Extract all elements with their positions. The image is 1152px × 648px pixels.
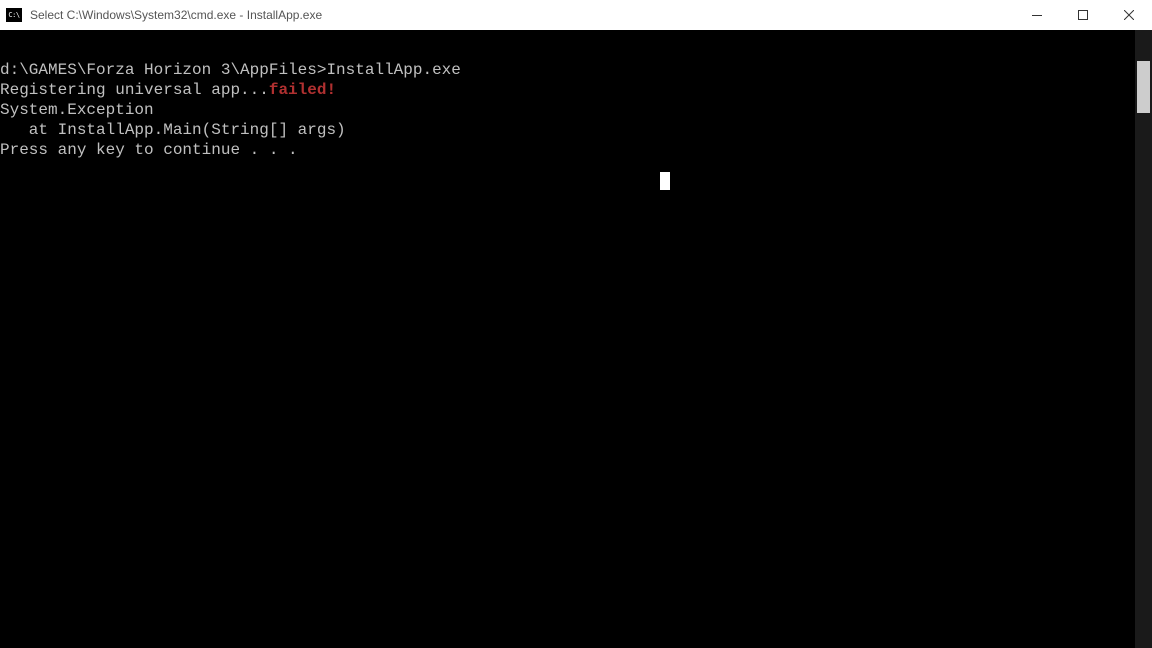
window-titlebar: C:\ Select C:\Windows\System32\cmd.exe -… (0, 0, 1152, 30)
console-text-block: d:\GAMES\Forza Horizon 3\AppFiles>Instal… (0, 60, 1152, 160)
text-cursor (658, 172, 670, 191)
vertical-scrollbar[interactable] (1135, 30, 1152, 648)
stacktrace-text: at InstallApp.Main(String[] args) (0, 120, 1152, 140)
continue-prompt: Press any key to continue . . . (0, 140, 1152, 160)
prompt-text: d:\GAMES\Forza Horizon 3\AppFiles> (0, 61, 326, 79)
console-output[interactable]: d:\GAMES\Forza Horizon 3\AppFiles>Instal… (0, 30, 1152, 648)
command-text: InstallApp.exe (326, 61, 460, 79)
cmd-icon: C:\ (6, 8, 22, 22)
maximize-button[interactable] (1060, 0, 1106, 30)
close-button[interactable] (1106, 0, 1152, 30)
close-icon (1124, 10, 1134, 20)
window-title: Select C:\Windows\System32\cmd.exe - Ins… (30, 8, 1014, 22)
minimize-button[interactable] (1014, 0, 1060, 30)
minimize-icon (1032, 15, 1042, 16)
window-controls (1014, 0, 1152, 30)
maximize-icon (1078, 10, 1088, 20)
cmd-icon-label: C:\ (8, 12, 19, 19)
failed-text: failed! (269, 81, 336, 99)
register-text: Registering universal app... (0, 81, 269, 99)
exception-text: System.Exception (0, 100, 1152, 120)
scrollbar-thumb[interactable] (1137, 61, 1150, 113)
